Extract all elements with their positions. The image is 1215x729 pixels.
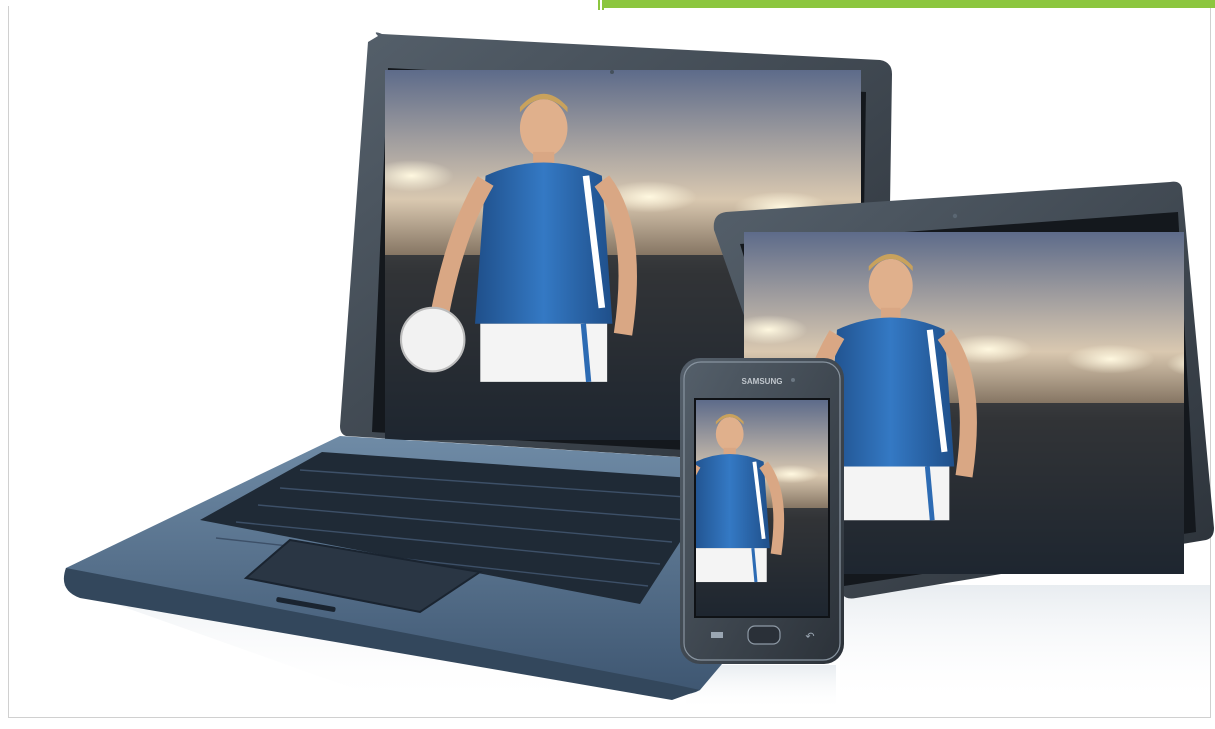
phone-brand-text: SAMSUNG	[742, 377, 783, 386]
devices-illustration: SAMSUNG ↶	[62, 32, 1214, 710]
phone-back-icon: ↶	[805, 630, 814, 643]
phone-menu-icon	[711, 632, 723, 638]
photo-frame: SAMSUNG ↶	[0, 0, 1215, 729]
phone-home-button	[747, 625, 781, 645]
